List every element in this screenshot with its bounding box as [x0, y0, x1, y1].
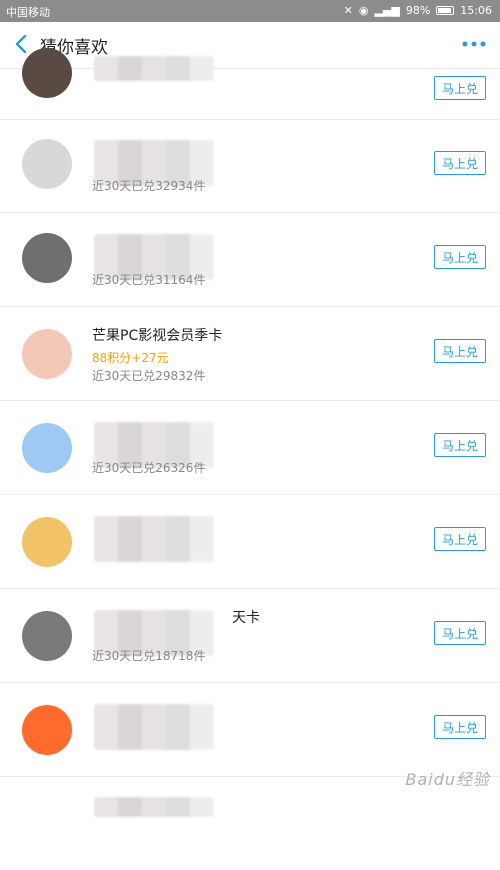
list-item[interactable]: 近30天已兑31164件 马上兑 — [0, 213, 500, 307]
product-avatar — [22, 611, 72, 661]
redeem-button[interactable]: 马上兑 — [434, 433, 486, 457]
redeem-button[interactable]: 马上兑 — [434, 76, 486, 100]
list-item[interactable]: 马上兑 — [0, 683, 500, 777]
product-avatar — [22, 423, 72, 473]
redeem-button[interactable]: 马上兑 — [434, 527, 486, 551]
signal-icon: ▂▄▆ — [374, 4, 400, 17]
product-avatar — [22, 139, 72, 189]
redeem-button[interactable]: 马上兑 — [434, 621, 486, 645]
sold-count: 近30天已兑26326件 — [92, 461, 206, 475]
redeem-button[interactable]: 马上兑 — [434, 715, 486, 739]
status-bar: 中国移动 ✕ ◉ ▂▄▆ 98% 15:06 — [0, 0, 500, 22]
product-avatar — [22, 517, 72, 567]
blurred-text — [94, 56, 214, 81]
blurred-text — [94, 797, 214, 817]
list-item[interactable] — [0, 777, 500, 870]
product-avatar — [22, 233, 72, 283]
list-item[interactable]: 芒果PC影视会员季卡 88积分+27元 近30天已兑29832件 马上兑 — [0, 307, 500, 401]
eye-icon: ◉ — [358, 4, 369, 17]
list-item[interactable]: 近30天已兑26326件 马上兑 — [0, 401, 500, 495]
clock: 15:06 — [460, 4, 492, 17]
redeem-button[interactable]: 马上兑 — [434, 339, 486, 363]
list-item[interactable]: 天卡 近30天已兑18718件 马上兑 — [0, 589, 500, 683]
status-bar-right: ✕ ◉ ▂▄▆ 98% 15:06 — [344, 4, 492, 17]
product-price: 88积分+27元 — [92, 351, 169, 365]
product-avatar — [22, 48, 72, 98]
product-avatar — [22, 329, 72, 379]
list-item[interactable]: 近30天已兑32934件 马上兑 — [0, 119, 500, 213]
list-item[interactable]: 马上兑 — [0, 495, 500, 589]
sold-count: 近30天已兑32934件 — [92, 179, 206, 193]
list-item[interactable]: 马上兑 — [0, 26, 500, 120]
product-name: 天卡 — [232, 610, 260, 626]
blurred-text — [94, 704, 214, 750]
mute-icon: ✕ — [343, 4, 353, 17]
product-avatar — [22, 705, 72, 755]
carrier-label: 中国移动 — [6, 6, 50, 19]
sold-count: 近30天已兑29832件 — [92, 369, 206, 383]
sold-count: 近30天已兑31164件 — [92, 273, 206, 287]
sold-count: 近30天已兑18718件 — [92, 649, 206, 663]
watermark: Baidu经验 — [405, 770, 490, 789]
blurred-text — [94, 516, 214, 562]
battery-icon — [436, 6, 455, 15]
battery-percent: 98% — [405, 4, 431, 17]
redeem-button[interactable]: 马上兑 — [434, 245, 486, 269]
redeem-button[interactable]: 马上兑 — [434, 151, 486, 175]
product-name: 芒果PC影视会员季卡 — [92, 328, 223, 344]
